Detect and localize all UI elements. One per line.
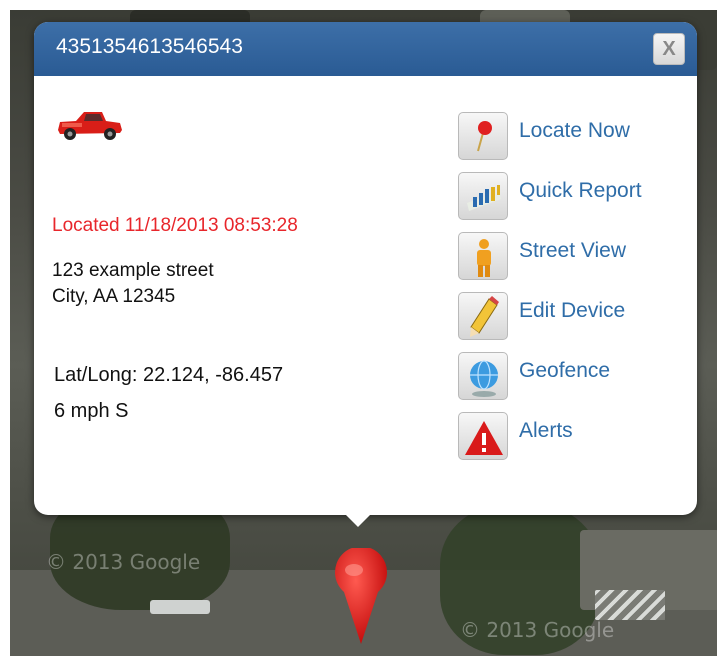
geofence-label: Geofence [519, 359, 611, 382]
locate-now-label: Locate Now [519, 119, 630, 142]
located-timestamp: Located 11/18/2013 08:53:28 [52, 215, 298, 236]
popup-pointer [346, 515, 370, 527]
address-line-2: City, AA 12345 [52, 286, 176, 307]
report-chart-icon [458, 172, 508, 220]
lat-long-value: 22.124, -86.457 [142, 364, 284, 386]
quick-report-link[interactable]: Quick Report [458, 172, 688, 220]
alerts-link[interactable]: Alerts [458, 412, 688, 460]
person-icon [458, 232, 508, 280]
device-id-title: 4351354613546543 [56, 35, 243, 58]
globe-icon [458, 352, 508, 400]
street-view-label: Street View [519, 239, 626, 262]
lat-long: Lat/Long: 22.124, -86.457 [54, 364, 283, 387]
map-pin-icon [458, 112, 508, 160]
pencil-icon [458, 292, 508, 340]
screen: © 2013 Google © 2013 Google 435135461354… [0, 0, 717, 656]
alerts-label: Alerts [519, 419, 573, 442]
warning-icon [458, 412, 508, 460]
map-terrain [595, 590, 665, 620]
lat-long-label: Lat/Long: [54, 364, 138, 386]
map-watermark: © 2013 Google [460, 618, 615, 642]
edit-device-link[interactable]: Edit Device [458, 292, 688, 340]
map-terrain [150, 600, 210, 614]
locate-now-link[interactable]: Locate Now [458, 112, 688, 160]
map-watermark: © 2013 Google [46, 550, 201, 574]
truck-icon [58, 112, 122, 140]
address-line-1: 123 example street [52, 260, 214, 281]
geofence-link[interactable]: Geofence [458, 352, 688, 400]
street-view-link[interactable]: Street View [458, 232, 688, 280]
speed-heading: 6 mph S [54, 400, 129, 422]
device-info-popup: 4351354613546543 X Located 11/18/2013 08… [34, 22, 697, 527]
quick-report-label: Quick Report [519, 179, 642, 202]
map-marker-icon[interactable] [330, 548, 392, 648]
close-button[interactable]: X [653, 33, 685, 65]
popup-header: 4351354613546543 X [34, 22, 697, 76]
edit-device-label: Edit Device [519, 299, 626, 322]
